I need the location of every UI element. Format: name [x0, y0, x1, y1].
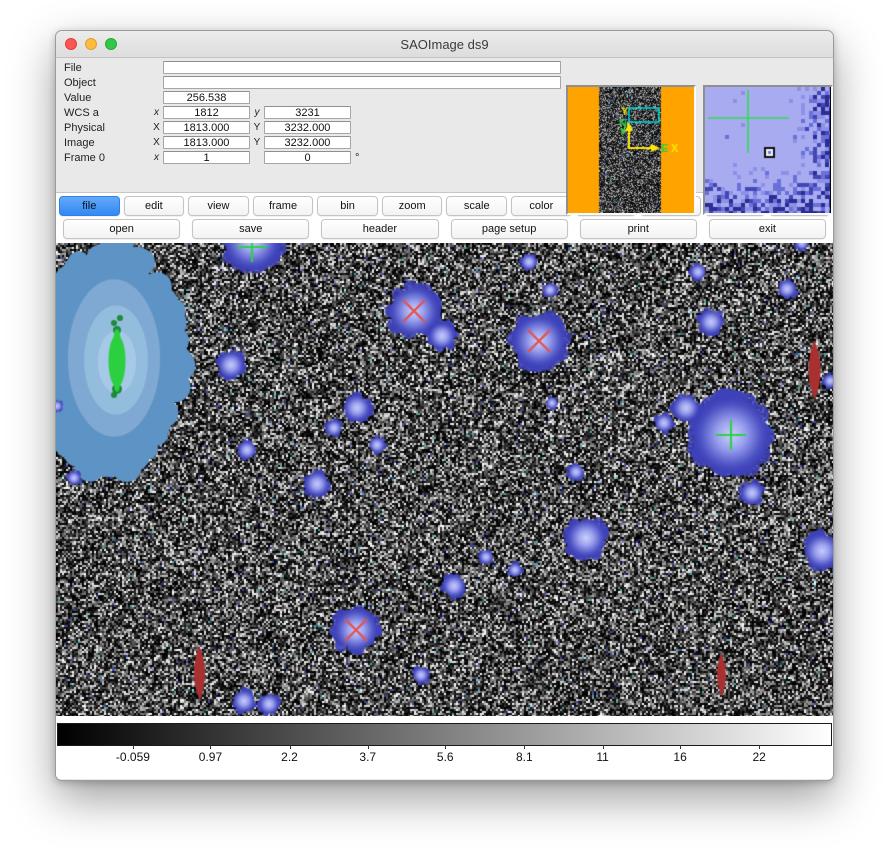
magnifier-canvas[interactable]	[705, 87, 830, 213]
menu-zoom[interactable]: zoom	[382, 196, 443, 216]
image-x-axis-label: X	[150, 137, 163, 148]
header-button[interactable]: header	[321, 219, 438, 239]
wcs-x-axis-label: x	[150, 107, 163, 118]
file-field[interactable]	[163, 61, 561, 74]
colorbar-zone: -0.059 0.97 2.2 3.7 5.6 8.1 11 16 22	[56, 716, 833, 779]
colorbar-tick	[603, 745, 604, 749]
minimize-button[interactable]	[85, 38, 97, 50]
colorbar-tick	[759, 745, 760, 749]
colorbar-tick-label: 8.1	[516, 750, 533, 764]
image-display[interactable]	[56, 243, 833, 716]
degree-symbol: °	[355, 152, 359, 164]
colorbar-tick-label: 11	[596, 750, 608, 764]
physical-x-axis-label: X	[150, 122, 163, 133]
save-button[interactable]: save	[192, 219, 309, 239]
close-button[interactable]	[65, 38, 77, 50]
image-x-field[interactable]	[163, 136, 250, 149]
object-label: Object	[56, 77, 150, 89]
file-label: File	[56, 62, 150, 74]
menu-frame[interactable]: frame	[253, 196, 314, 216]
panner[interactable]	[566, 85, 696, 215]
physical-y-axis-label: Y	[250, 122, 264, 133]
frame-x-axis-label: x	[150, 152, 163, 163]
info-row-file: File	[56, 60, 833, 75]
window-title: SAOImage ds9	[56, 37, 833, 52]
colorbar-tick	[290, 745, 291, 749]
wcs-y-field[interactable]	[264, 106, 351, 119]
colorbar-labels: -0.059 0.97 2.2 3.7 5.6 8.1 11 16 22	[57, 750, 832, 768]
open-button[interactable]: open	[63, 219, 180, 239]
panner-canvas[interactable]	[568, 87, 694, 213]
magnifier[interactable]	[703, 85, 833, 215]
object-field[interactable]	[163, 76, 561, 89]
command-row: open save header page setup print exit	[57, 219, 832, 239]
colorbar-tick	[445, 745, 446, 749]
menu-edit[interactable]: edit	[124, 196, 185, 216]
menu-view[interactable]: view	[188, 196, 249, 216]
colorbar-tick-label: 16	[673, 750, 686, 764]
colorbar-tick	[133, 745, 134, 749]
frame-zoom-field[interactable]	[163, 151, 250, 164]
colorbar[interactable]	[57, 723, 832, 746]
print-button[interactable]: print	[580, 219, 697, 239]
value-label: Value	[56, 92, 150, 104]
colorbar-tick-label: 3.7	[359, 750, 376, 764]
colorbar-tick-label: 5.6	[437, 750, 454, 764]
info-panel: File Object Value WCS a x y	[56, 58, 833, 192]
colorbar-tick	[368, 745, 369, 749]
colorbar-tick	[680, 745, 681, 749]
page-setup-button[interactable]: page setup	[451, 219, 568, 239]
app-window: SAOImage ds9 File Object Value WCS a x	[55, 30, 834, 781]
image-label: Image	[56, 137, 150, 149]
colorbar-tick-label: -0.059	[116, 750, 150, 764]
zoom-button[interactable]	[105, 38, 117, 50]
wcs-label: WCS a	[56, 107, 150, 119]
colorbar-tick	[524, 745, 525, 749]
traffic-lights	[65, 31, 117, 57]
image-y-axis-label: Y	[250, 137, 264, 148]
frame-label: Frame 0	[56, 152, 150, 164]
exit-button[interactable]: exit	[709, 219, 826, 239]
title-bar[interactable]: SAOImage ds9	[56, 31, 833, 58]
physical-x-field[interactable]	[163, 121, 250, 134]
menu-bin[interactable]: bin	[317, 196, 378, 216]
colorbar-tick-label: 0.97	[199, 750, 222, 764]
value-field[interactable]	[163, 91, 250, 104]
image-y-field[interactable]	[264, 136, 351, 149]
menu-scale[interactable]: scale	[446, 196, 507, 216]
physical-label: Physical	[56, 122, 150, 134]
physical-y-field[interactable]	[264, 121, 351, 134]
menu-file[interactable]: file	[59, 196, 120, 216]
colorbar-tick-label: 22	[752, 750, 765, 764]
colorbar-tick-label: 2.2	[281, 750, 298, 764]
wcs-y-axis-label: y	[250, 107, 264, 118]
frame-rotate-field[interactable]	[264, 151, 351, 164]
wcs-x-field[interactable]	[163, 106, 250, 119]
menu-color[interactable]: color	[511, 196, 572, 216]
colorbar-tick	[210, 745, 211, 749]
